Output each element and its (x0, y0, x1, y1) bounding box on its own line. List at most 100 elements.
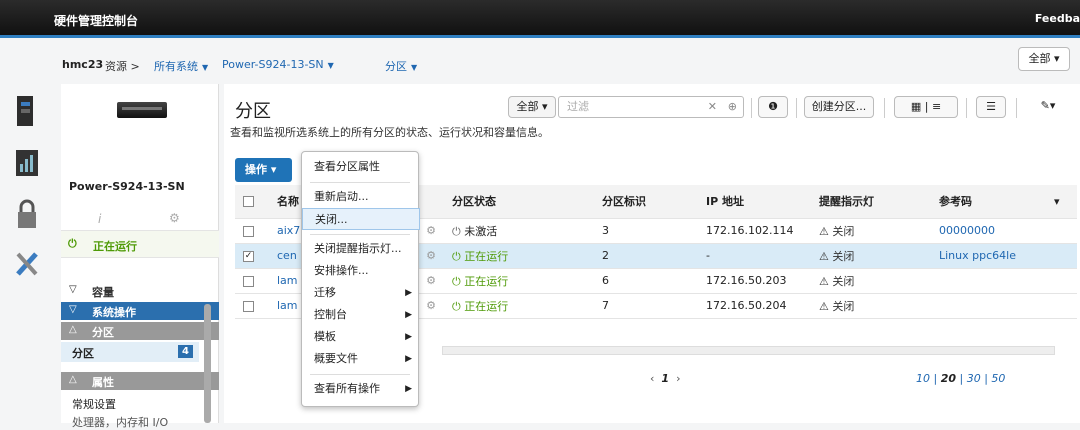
column-partition-state[interactable]: 分区状态 (444, 185, 594, 219)
count-badge: 4 (178, 345, 193, 358)
breadcrumb-all-systems[interactable]: 所有系统 ▼ (154, 58, 208, 74)
partition-state: 正在运行 (464, 249, 509, 263)
menu-item-console[interactable]: 控制台 ▶ (302, 304, 420, 326)
page-size-20[interactable]: 20 (941, 372, 956, 385)
menu-item-shutdown[interactable]: 关闭... (302, 208, 420, 230)
page-description: 查看和监视所选系统上的所有分区的状态、运行状况和容量信息。 (230, 126, 549, 139)
page-size-10[interactable]: 10 (916, 372, 930, 385)
gear-icon[interactable]: ⚙ (426, 249, 436, 262)
notification-icon[interactable]: ❶ (758, 96, 788, 118)
partition-id: 7 (594, 293, 698, 319)
clear-icon[interactable]: ✕ (708, 100, 717, 113)
info-icon[interactable]: i (98, 212, 101, 226)
prev-page-icon[interactable]: ‹ (650, 372, 654, 385)
ip-address: 172.16.102.114 (698, 218, 811, 244)
chevron-down-icon: ▼ (411, 63, 418, 72)
menu-divider (310, 234, 410, 235)
toolbar-divider (1016, 98, 1017, 118)
system-status: ⏻ 正在运行 (61, 230, 219, 258)
gear-icon[interactable]: ⚙ (426, 299, 436, 312)
breadcrumb-system[interactable]: Power-S924-13-SN ▼ (222, 58, 334, 71)
horizontal-scrollbar[interactable] (442, 346, 1055, 355)
breadcrumb-resources[interactable]: 资源 > (105, 58, 140, 74)
gear-icon[interactable]: ⚙ (169, 211, 180, 225)
performance-chart-icon[interactable] (12, 146, 42, 180)
column-reference-code[interactable]: 参考码 (931, 185, 1046, 219)
nav-item-processor[interactable]: 处理器，内存和 I/O (72, 414, 168, 430)
system-name: Power-S924-13-SN (69, 180, 185, 193)
top-bar: 硬件管理控制台 Feedba (0, 0, 1080, 38)
reference-code-link[interactable]: 00000000 (939, 224, 995, 237)
app-title: 硬件管理控制台 (54, 14, 139, 28)
partition-id: 6 (594, 268, 698, 294)
partition-name-link[interactable]: lam (277, 274, 298, 287)
scope-selector[interactable]: 全部 ▾ (1018, 47, 1070, 71)
partition-name-link[interactable]: aix7 (277, 224, 300, 237)
filter-field: ✕ ⊕ (558, 96, 744, 118)
page-size-selector: 10 | 20 | 30 | 50 (916, 372, 1006, 385)
lock-icon[interactable] (12, 198, 42, 232)
submenu-arrow-icon: ▶ (405, 310, 412, 320)
next-page-icon[interactable]: › (676, 372, 680, 385)
breadcrumb-partitions[interactable]: 分区 ▼ (385, 58, 417, 74)
scrollbar[interactable] (204, 304, 211, 423)
section-partition[interactable]: △ 分区 (61, 322, 219, 340)
breadcrumb-hmc[interactable]: hmc23 (62, 58, 103, 71)
tools-icon[interactable] (12, 246, 42, 280)
ip-address: 172.16.50.203 (698, 268, 811, 294)
add-filter-icon[interactable]: ⊕ (728, 100, 737, 113)
server-image (117, 102, 167, 118)
select-all-checkbox[interactable] (235, 185, 269, 219)
toolbar-divider (966, 98, 967, 118)
menu-item-profile[interactable]: 概要文件 ▶ (302, 348, 420, 370)
create-partition-button[interactable]: 创建分区... (804, 96, 874, 118)
feedback-link[interactable]: Feedba (1035, 12, 1080, 25)
chevron-up-icon: △ (69, 374, 77, 385)
section-system-operations[interactable]: ▽ 系统操作 (61, 302, 219, 320)
menu-item-schedule[interactable]: 安排操作... (302, 260, 420, 282)
row-checkbox[interactable] (243, 275, 254, 287)
page-size-50[interactable]: 50 (991, 372, 1005, 385)
view-toggle[interactable]: ▦ | ≡ (894, 96, 958, 118)
column-partition-id[interactable]: 分区标识 (594, 185, 698, 219)
reference-code-link[interactable]: Linux ppc64le (939, 249, 1016, 262)
nav-item-general[interactable]: 常规设置 (72, 396, 116, 412)
toolbar-divider (884, 98, 885, 118)
menu-item-turn-off-led[interactable]: 关闭提醒指示灯... (302, 238, 420, 260)
row-checkbox[interactable] (243, 225, 254, 237)
tile-view-icon[interactable]: ▦ (911, 100, 921, 113)
power-off-icon: ⏻ (452, 224, 461, 238)
page-size-30[interactable]: 30 (967, 372, 981, 385)
chevron-down-icon: ▽ (69, 304, 77, 315)
actions-button[interactable]: 操作 ▾ (235, 158, 292, 182)
column-menu[interactable]: ▾ (1046, 185, 1077, 219)
power-icon: ⏻ (68, 237, 77, 250)
section-capacity[interactable]: ▽ 容量 (61, 282, 219, 300)
partition-name-link[interactable]: cen (277, 249, 297, 262)
menu-item-template[interactable]: 模板 ▶ (302, 326, 420, 348)
gear-icon[interactable]: ⚙ (426, 224, 436, 237)
section-properties[interactable]: △ 属性 (61, 372, 219, 390)
system-panel: Power-S924-13-SN i ⚙ ⏻ 正在运行 ▽ 容量 ▽ 系统操作 △ 分… (61, 84, 219, 429)
ip-address: - (698, 243, 811, 269)
menu-item-migrate[interactable]: 迁移 ▶ (302, 282, 420, 304)
chevron-down-icon: ▽ (69, 284, 77, 295)
list-view-icon[interactable]: ≡ (932, 100, 941, 113)
led-state: 关闭 (832, 299, 855, 313)
menu-item-restart[interactable]: 重新启动... (302, 186, 420, 208)
pin-icon[interactable]: ✎▾ (1030, 96, 1066, 118)
menu-item-view-properties[interactable]: 查看分区属性 (302, 156, 420, 178)
menu-item-all-actions[interactable]: 查看所有操作 ▶ (302, 378, 420, 400)
row-checkbox[interactable] (243, 300, 254, 312)
nav-item-partitions[interactable]: 分区 4 (61, 342, 199, 362)
partition-name-link[interactable]: lam (277, 299, 298, 312)
server-rack-icon[interactable] (12, 94, 42, 128)
filter-scope-select[interactable]: 全部 ▾ (508, 96, 556, 118)
chevron-down-icon: ▼ (202, 63, 209, 72)
column-ip-address[interactable]: IP 地址 (698, 185, 811, 219)
row-checkbox[interactable]: ✓ (243, 250, 254, 262)
gear-icon[interactable]: ⚙ (426, 274, 436, 287)
filter-input[interactable] (565, 99, 685, 114)
columns-icon[interactable]: ☰ (976, 96, 1006, 118)
column-attention-led[interactable]: 提醒指示灯 (811, 185, 931, 219)
